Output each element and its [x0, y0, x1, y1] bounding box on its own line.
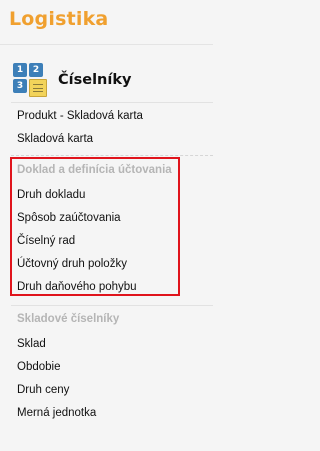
group-divider — [11, 155, 213, 156]
title-divider — [0, 44, 213, 45]
numbers-table-icon: 1 2 3 — [13, 63, 47, 97]
page-title: Logistika — [9, 8, 109, 30]
menu-item-skladova-karta[interactable]: Skladová karta — [17, 133, 93, 145]
section-title: Číselníky — [58, 72, 132, 88]
section-divider — [11, 102, 213, 103]
group-title-skladove-ciselniky: Skladové číselníky — [17, 313, 120, 325]
section-header: 1 2 3 Číselníky — [13, 63, 131, 97]
menu-item-obdobie[interactable]: Obdobie — [17, 361, 60, 373]
highlight-box — [10, 157, 180, 296]
menu-item-produkt-skladova-karta[interactable]: Produkt - Skladová karta — [17, 110, 143, 122]
menu-item-druh-ceny[interactable]: Druh ceny — [17, 384, 69, 396]
group-divider — [11, 305, 213, 306]
menu-item-sklad[interactable]: Sklad — [17, 338, 46, 350]
menu-item-merna-jednotka[interactable]: Merná jednotka — [17, 407, 96, 419]
